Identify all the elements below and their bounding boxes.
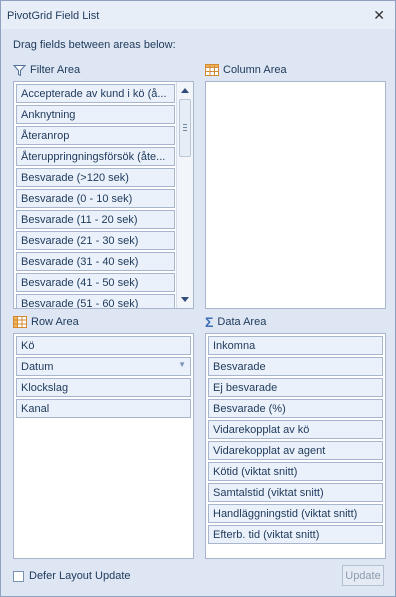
- data-field[interactable]: Besvarade: [208, 357, 383, 376]
- table-icon: [13, 316, 27, 328]
- pivotgrid-field-list-window: PivotGrid Field List ✕ Drag fields betwe…: [0, 0, 396, 597]
- drag-hint: Drag fields between areas below:: [13, 39, 176, 51]
- filter-field[interactable]: Återuppringningsförsök (åte...: [16, 147, 175, 166]
- data-area-list[interactable]: Inkomna Besvarade Ej besvarade Besvarade (%…: [205, 333, 386, 559]
- row-field[interactable]: Kö: [16, 336, 191, 355]
- filter-area-label: Filter Area: [30, 64, 81, 76]
- filter-field[interactable]: Besvarade (>120 sek): [16, 168, 175, 187]
- row-field[interactable]: Klockslag: [16, 378, 191, 397]
- row-area-header: Row Area: [13, 314, 79, 330]
- filter-field[interactable]: Besvarade (0 - 10 sek): [16, 189, 175, 208]
- filter-icon: [13, 64, 26, 76]
- column-area-list[interactable]: [205, 81, 386, 309]
- field-filter-icon[interactable]: ▼: [178, 360, 186, 369]
- row-area-list[interactable]: Kö Datum ▼ Klockslag Kanal: [13, 333, 194, 559]
- data-field[interactable]: Samtalstid (viktat snitt): [208, 483, 383, 502]
- row-field[interactable]: Datum ▼: [16, 357, 191, 376]
- filter-field[interactable]: Besvarade (51 - 60 sek): [16, 294, 175, 308]
- scroll-up-icon[interactable]: [181, 88, 189, 93]
- update-button[interactable]: Update: [342, 565, 384, 586]
- filter-field[interactable]: Återanrop: [16, 126, 175, 145]
- scroll-down-icon[interactable]: [181, 297, 189, 302]
- defer-layout-checkbox[interactable]: [13, 571, 24, 582]
- title-bar: PivotGrid Field List ✕: [1, 1, 395, 29]
- filter-field[interactable]: Besvarade (21 - 30 sek): [16, 231, 175, 250]
- table-icon: [205, 64, 219, 76]
- data-field[interactable]: Vidarekopplat av kö: [208, 420, 383, 439]
- data-area-label: Data Area: [217, 316, 267, 328]
- filter-field[interactable]: Accepterade av kund i kö (å...: [16, 84, 175, 103]
- filter-area-header: Filter Area: [13, 62, 80, 78]
- data-field[interactable]: Ej besvarade: [208, 378, 383, 397]
- filter-field[interactable]: Besvarade (31 - 40 sek): [16, 252, 175, 271]
- filter-field[interactable]: Besvarade (11 - 20 sek): [16, 210, 175, 229]
- sigma-icon: Σ: [205, 314, 214, 330]
- data-field[interactable]: Inkomna: [208, 336, 383, 355]
- column-area-header: Column Area: [205, 62, 287, 78]
- close-icon[interactable]: ✕: [373, 7, 385, 24]
- filter-field[interactable]: Anknytning: [16, 105, 175, 124]
- row-field[interactable]: Kanal: [16, 399, 191, 418]
- filter-area-list[interactable]: Accepterade av kund i kö (å... Anknytning…: [13, 81, 194, 309]
- scroll-thumb[interactable]: [179, 99, 191, 157]
- data-field[interactable]: Kötid (viktat snitt): [208, 462, 383, 481]
- filter-scrollbar[interactable]: [176, 82, 193, 308]
- column-area-label: Column Area: [223, 64, 287, 76]
- row-area-label: Row Area: [31, 316, 79, 328]
- data-field[interactable]: Efterb. tid (viktat snitt): [208, 525, 383, 544]
- defer-layout-label: Defer Layout Update: [29, 570, 131, 582]
- data-field[interactable]: Handläggningstid (viktat snitt): [208, 504, 383, 523]
- data-area-header: Σ Data Area: [205, 314, 266, 330]
- data-field[interactable]: Besvarade (%): [208, 399, 383, 418]
- filter-field[interactable]: Besvarade (41 - 50 sek): [16, 273, 175, 292]
- data-field[interactable]: Vidarekopplat av agent: [208, 441, 383, 460]
- window-title: PivotGrid Field List: [7, 10, 100, 22]
